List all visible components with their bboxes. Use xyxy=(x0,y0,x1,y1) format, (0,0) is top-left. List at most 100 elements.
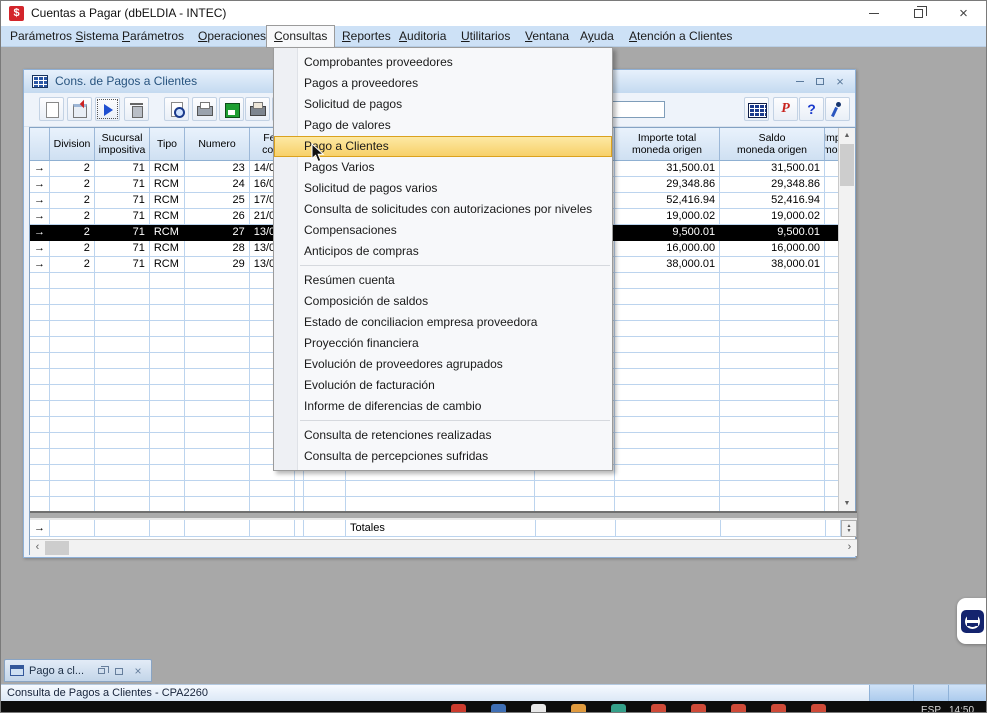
menu-item-composici-n-de-saldos[interactable]: Composición de saldos xyxy=(274,291,612,312)
menu-item-estado-de-conciliacion-empresa-proveedora[interactable]: Estado de conciliacion empresa proveedor… xyxy=(274,312,612,333)
help-button[interactable]: ? xyxy=(799,97,824,121)
horizontal-scroll-thumb[interactable] xyxy=(45,541,69,555)
menubar-item-atenci-n-a-clientes[interactable]: Atención a Clientes xyxy=(622,26,739,47)
print-button[interactable] xyxy=(192,97,217,121)
menubar-item-auditoria[interactable]: Auditoria xyxy=(392,26,453,47)
cell xyxy=(50,449,95,465)
preview-button[interactable] xyxy=(164,97,189,121)
title-bar: $ Cuentas a Pagar (dbELDIA - INTEC) × xyxy=(1,1,986,26)
cell xyxy=(50,353,95,369)
taskbar-app-icon[interactable] xyxy=(811,704,826,713)
menubar-item-ayuda[interactable]: Ayuda xyxy=(573,26,621,47)
mini-close-button[interactable]: × xyxy=(130,664,146,678)
cell xyxy=(304,481,346,497)
cell: 71 xyxy=(95,161,150,177)
cell: RCM xyxy=(150,257,185,273)
menubar-item-consultas[interactable]: Consultas xyxy=(267,26,334,47)
taskbar-app-icon[interactable] xyxy=(731,704,746,713)
scroll-up-arrow-icon[interactable]: ▲ xyxy=(839,128,855,143)
table-view-button[interactable] xyxy=(744,97,769,121)
cell: 16,000.00 xyxy=(720,241,825,257)
restore-button[interactable] xyxy=(896,1,941,26)
run-query-button[interactable] xyxy=(95,97,120,121)
menubar-item-par-metros-sistema[interactable]: Parámetros Sistema xyxy=(3,26,126,47)
menu-item-res-men-cuenta[interactable]: Resúmen cuenta xyxy=(274,270,612,291)
menu-item-pago-de-valores[interactable]: Pago de valores xyxy=(274,115,612,136)
delete-record-button[interactable] xyxy=(124,97,149,121)
taskbar-app-icon[interactable] xyxy=(531,704,546,713)
mini-restore-button[interactable] xyxy=(93,664,109,678)
menu-item-consulta-de-percepciones-sufridas[interactable]: Consulta de percepciones sufridas xyxy=(274,446,612,467)
print-setup-button[interactable] xyxy=(245,97,270,121)
toolbar-input[interactable] xyxy=(608,101,665,118)
menubar-item-par-metros[interactable]: Parámetros xyxy=(115,26,191,47)
exit-button[interactable] xyxy=(825,97,850,121)
menu-item-compensaciones[interactable]: Compensaciones xyxy=(274,220,612,241)
new-record-button[interactable] xyxy=(39,97,64,121)
menu-item-proyecci-n-financiera[interactable]: Proyección financiera xyxy=(274,333,612,354)
row-indicator xyxy=(30,385,50,401)
menu-item-pagos-a-proveedores[interactable]: Pagos a proveedores xyxy=(274,73,612,94)
menubar-item-operaciones[interactable]: Operaciones xyxy=(191,26,273,47)
teamviewer-side-tab[interactable] xyxy=(957,598,987,644)
menu-item-solicitud-de-pagos[interactable]: Solicitud de pagos xyxy=(274,94,612,115)
taskbar-app-icon[interactable] xyxy=(571,704,586,713)
menubar-item-utilitarios[interactable]: Utilitarios xyxy=(454,26,517,47)
cell xyxy=(95,385,150,401)
row-indicator xyxy=(30,401,50,417)
cell xyxy=(720,385,825,401)
profile-button[interactable]: P xyxy=(773,97,798,121)
close-button[interactable]: × xyxy=(941,1,986,26)
clock[interactable]: 14:50 xyxy=(949,704,974,713)
cell: RCM xyxy=(150,161,185,177)
child-close-button[interactable]: × xyxy=(831,74,849,89)
taskbar-app-icon[interactable] xyxy=(491,704,506,713)
save-button[interactable] xyxy=(219,97,244,121)
taskbar-app-icon[interactable] xyxy=(651,704,666,713)
menubar-item-ventana[interactable]: Ventana xyxy=(518,26,576,47)
spinner-down-icon[interactable]: ▼ xyxy=(847,529,852,534)
scroll-down-arrow-icon[interactable]: ▼ xyxy=(839,496,855,511)
horizontal-scrollbar[interactable]: ‹ › xyxy=(30,539,857,556)
cell xyxy=(150,289,185,305)
taskbar-app-icon[interactable] xyxy=(691,704,706,713)
empty-row[interactable] xyxy=(30,481,840,497)
menubar-item-reportes[interactable]: Reportes xyxy=(335,26,398,47)
cell: 2 xyxy=(50,161,95,177)
menu-item-solicitud-de-pagos-varios[interactable]: Solicitud de pagos varios xyxy=(274,178,612,199)
minimized-window-pago-a-clientes[interactable]: Pago a cl... × xyxy=(4,659,152,682)
cell xyxy=(720,289,825,305)
cell xyxy=(615,369,720,385)
cell: Totales xyxy=(346,520,536,537)
scroll-right-arrow-icon[interactable]: › xyxy=(842,540,857,556)
taskbar-app-icon[interactable] xyxy=(611,704,626,713)
menu-item-consulta-de-retenciones-realizadas[interactable]: Consulta de retenciones realizadas xyxy=(274,425,612,446)
totals-spinner[interactable]: ▲▼ xyxy=(841,520,857,537)
cell: 38,000.01 xyxy=(720,257,825,273)
taskbar-app-icon[interactable] xyxy=(451,704,466,713)
menu-item-evoluci-n-de-proveedores-agrupados[interactable]: Evolución de proveedores agrupados xyxy=(274,354,612,375)
row-indicator xyxy=(30,337,50,353)
scroll-left-arrow-icon[interactable]: ‹ xyxy=(30,540,45,556)
language-indicator[interactable]: ESP xyxy=(921,704,941,713)
cell xyxy=(720,337,825,353)
mini-maximize-button[interactable] xyxy=(111,664,127,678)
child-minimize-button[interactable] xyxy=(791,74,809,89)
row-indicator xyxy=(30,273,50,289)
vertical-scroll-thumb[interactable] xyxy=(840,144,854,186)
cell xyxy=(95,321,150,337)
taskbar-app-icon[interactable] xyxy=(771,704,786,713)
menu-item-informe-de-diferencias-de-cambio[interactable]: Informe de diferencias de cambio xyxy=(274,396,612,417)
cell xyxy=(535,497,615,511)
edit-record-button[interactable] xyxy=(67,97,92,121)
minimize-button[interactable] xyxy=(851,1,896,26)
totals-row-cells[interactable]: →Totales xyxy=(30,520,841,536)
child-restore-button[interactable] xyxy=(811,74,829,89)
empty-row[interactable] xyxy=(30,497,840,511)
menu-item-evoluci-n-de-facturaci-n[interactable]: Evolución de facturación xyxy=(274,375,612,396)
menu-item-consulta-de-solicitudes-con-autorizaciones-por-niveles[interactable]: Consulta de solicitudes con autorizacion… xyxy=(274,199,612,220)
menu-item-comprobantes-proveedores[interactable]: Comprobantes proveedores xyxy=(274,52,612,73)
menu-item-anticipos-de-compras[interactable]: Anticipos de compras xyxy=(274,241,612,262)
vertical-scrollbar[interactable]: ▲ ▼ xyxy=(838,128,855,511)
cell: 19,000.02 xyxy=(615,209,720,225)
